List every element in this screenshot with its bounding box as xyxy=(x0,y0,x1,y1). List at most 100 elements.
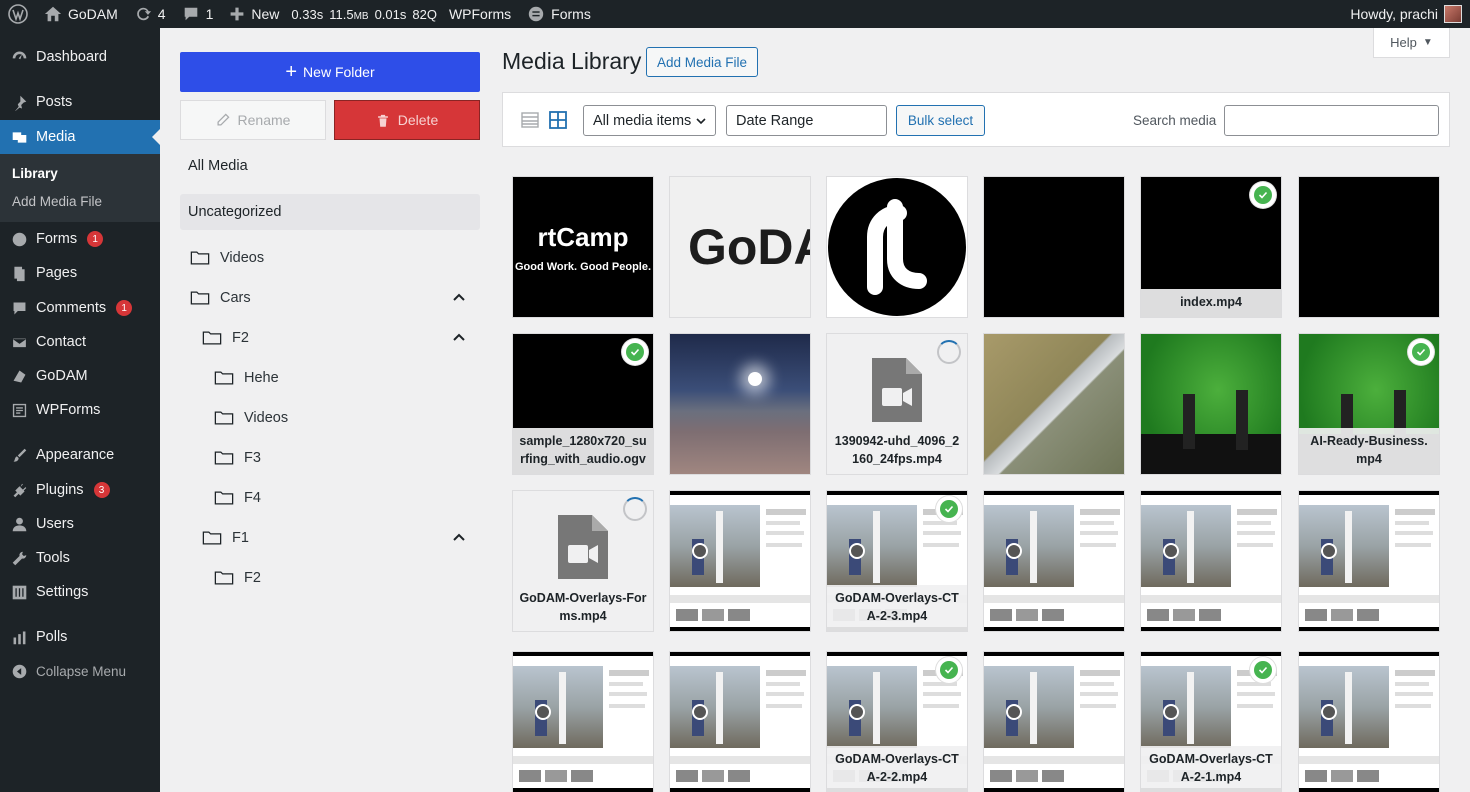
menu-dashboard[interactable]: Dashboard xyxy=(0,40,160,74)
folder-node[interactable]: F2 xyxy=(214,566,261,590)
folder-node[interactable]: Hehe xyxy=(214,366,279,390)
delete-folder-button[interactable]: Delete xyxy=(334,100,480,140)
menu-pages[interactable]: Pages xyxy=(0,256,160,290)
media-tile[interactable] xyxy=(669,333,811,475)
menu-plugins[interactable]: Plugins 3 xyxy=(0,473,160,507)
chevron-up-icon[interactable] xyxy=(452,330,468,346)
media-tile[interactable] xyxy=(826,176,968,318)
media-tile[interactable] xyxy=(983,176,1125,318)
site-name-link[interactable]: GoDAM xyxy=(36,0,126,28)
folder-all-media[interactable]: All Media xyxy=(188,158,248,174)
menu-tools[interactable]: Tools xyxy=(0,541,160,575)
media-tile[interactable] xyxy=(1140,333,1282,475)
add-media-file-button[interactable]: Add Media File xyxy=(646,47,758,77)
check-circle-icon xyxy=(1250,657,1276,683)
dashboard-icon xyxy=(10,48,28,66)
pages-icon xyxy=(10,264,28,282)
media-tile[interactable] xyxy=(512,651,654,792)
new-content-link[interactable]: New xyxy=(221,0,287,28)
media-tile[interactable] xyxy=(983,490,1125,632)
media-type-filter[interactable]: All media items xyxy=(583,105,716,136)
media-tile[interactable]: GoDAM-Overlays-CTA-2-2.mp4 xyxy=(826,651,968,792)
wpforms-link[interactable]: WPForms xyxy=(441,0,519,28)
submenu-add-media-file[interactable]: Add Media File xyxy=(12,194,102,209)
chevron-up-icon[interactable] xyxy=(452,290,468,306)
media-tile[interactable]: GoDAM-Overlays-CTA-2-3.mp4 xyxy=(826,490,968,632)
bar-chart-icon xyxy=(10,628,28,646)
bulk-select-button[interactable]: Bulk select xyxy=(896,105,985,136)
new-folder-button[interactable]: + New Folder xyxy=(180,52,480,92)
folder-panel: + New Folder Rename Delete All Media Unc… xyxy=(160,28,500,792)
list-view-icon[interactable] xyxy=(521,111,539,129)
media-tile[interactable] xyxy=(1298,490,1440,632)
media-tile[interactable]: index.mp4 xyxy=(1140,176,1282,318)
trash-icon xyxy=(377,114,388,127)
media-tile[interactable] xyxy=(669,490,811,632)
media-tile[interactable]: sample_1280x720_surfing_with_audio.ogv xyxy=(512,333,654,475)
loading-spinner-icon xyxy=(623,497,647,521)
forms-icon xyxy=(528,6,544,22)
user-account-link[interactable]: Howdy, prachi xyxy=(1350,5,1470,23)
folder-node[interactable]: Cars xyxy=(190,286,251,310)
media-tile[interactable] xyxy=(983,651,1125,792)
media-tile[interactable]: AI-Ready-Business.mp4 xyxy=(1298,333,1440,475)
user-icon xyxy=(10,515,28,533)
folder-node[interactable]: F3 xyxy=(214,446,261,470)
media-tile[interactable]: GoDA xyxy=(669,176,811,318)
caret-down-icon: ▼ xyxy=(1422,37,1433,48)
menu-wpforms[interactable]: WPForms xyxy=(0,393,160,427)
folder-node[interactable]: Videos xyxy=(214,406,288,430)
media-tile[interactable]: rtCamp Good Work. Good People. xyxy=(512,176,654,318)
media-filename: GoDAM-Overlays-Forms.mp4 xyxy=(513,585,653,631)
mail-icon xyxy=(10,333,28,351)
chevron-down-icon xyxy=(696,118,706,125)
media-tile[interactable] xyxy=(1140,490,1282,632)
media-tile[interactable] xyxy=(1298,176,1440,318)
grid-view-icon[interactable] xyxy=(549,111,567,129)
folder-node[interactable]: F1 xyxy=(202,526,249,550)
check-circle-icon xyxy=(1250,182,1276,208)
menu-forms[interactable]: Forms 1 xyxy=(0,222,160,256)
menu-godam[interactable]: GoDAM xyxy=(0,359,160,393)
check-circle-icon xyxy=(936,657,962,683)
menu-polls[interactable]: Polls xyxy=(0,620,160,654)
folder-node[interactable]: F4 xyxy=(214,486,261,510)
media-tile[interactable] xyxy=(669,651,811,792)
media-tile[interactable]: GoDAM-Overlays-Forms.mp4 xyxy=(512,490,654,632)
menu-comments[interactable]: Comments 1 xyxy=(0,291,160,325)
folder-node[interactable]: Videos xyxy=(190,246,264,270)
media-tile[interactable] xyxy=(1298,651,1440,792)
search-input[interactable] xyxy=(1224,105,1439,136)
media-filename: sample_1280x720_surfing_with_audio.ogv xyxy=(513,428,653,474)
menu-users[interactable]: Users xyxy=(0,507,160,541)
home-icon xyxy=(44,6,62,22)
help-tab-button[interactable]: Help ▼ xyxy=(1373,28,1450,58)
admin-menu: Dashboard Posts Media Library Add Media … xyxy=(0,28,160,792)
media-tile[interactable]: GoDAM-Overlays-CTA-2-1.mp4 xyxy=(1140,651,1282,792)
forms-link[interactable]: Forms xyxy=(519,0,599,28)
updates-link[interactable]: 4 xyxy=(126,0,174,28)
folder-uncategorized[interactable]: Uncategorized xyxy=(180,194,480,230)
rename-folder-button[interactable]: Rename xyxy=(180,100,326,140)
folder-icon xyxy=(214,411,234,425)
folder-node[interactable]: F2 xyxy=(202,326,249,350)
media-submenu: Library Add Media File xyxy=(0,154,160,222)
wordpress-logo-icon[interactable] xyxy=(0,0,36,28)
folder-icon xyxy=(190,251,210,265)
menu-contact[interactable]: Contact xyxy=(0,325,160,359)
menu-posts[interactable]: Posts xyxy=(0,85,160,119)
media-tile[interactable] xyxy=(983,333,1125,475)
collapse-menu-button[interactable]: Collapse Menu xyxy=(0,654,160,688)
date-range-input[interactable]: Date Range xyxy=(726,105,887,136)
admin-bar: GoDAM 4 1 New 0.33s 11.5MB 0.01s 82Q WPF… xyxy=(0,0,1470,28)
media-tile[interactable]: 1390942-uhd_4096_2160_24fps.mp4 xyxy=(826,333,968,475)
chevron-up-icon[interactable] xyxy=(452,530,468,546)
menu-settings[interactable]: Settings xyxy=(0,575,160,609)
comment-icon xyxy=(184,7,197,21)
menu-appearance[interactable]: Appearance xyxy=(0,438,160,472)
comments-link[interactable]: 1 xyxy=(174,0,222,28)
query-monitor[interactable]: 0.33s 11.5MB 0.01s 82Q xyxy=(287,0,441,28)
menu-media[interactable]: Media xyxy=(0,120,160,154)
submenu-library[interactable]: Library xyxy=(12,166,58,181)
media-filename: 1390942-uhd_4096_2160_24fps.mp4 xyxy=(827,428,967,474)
